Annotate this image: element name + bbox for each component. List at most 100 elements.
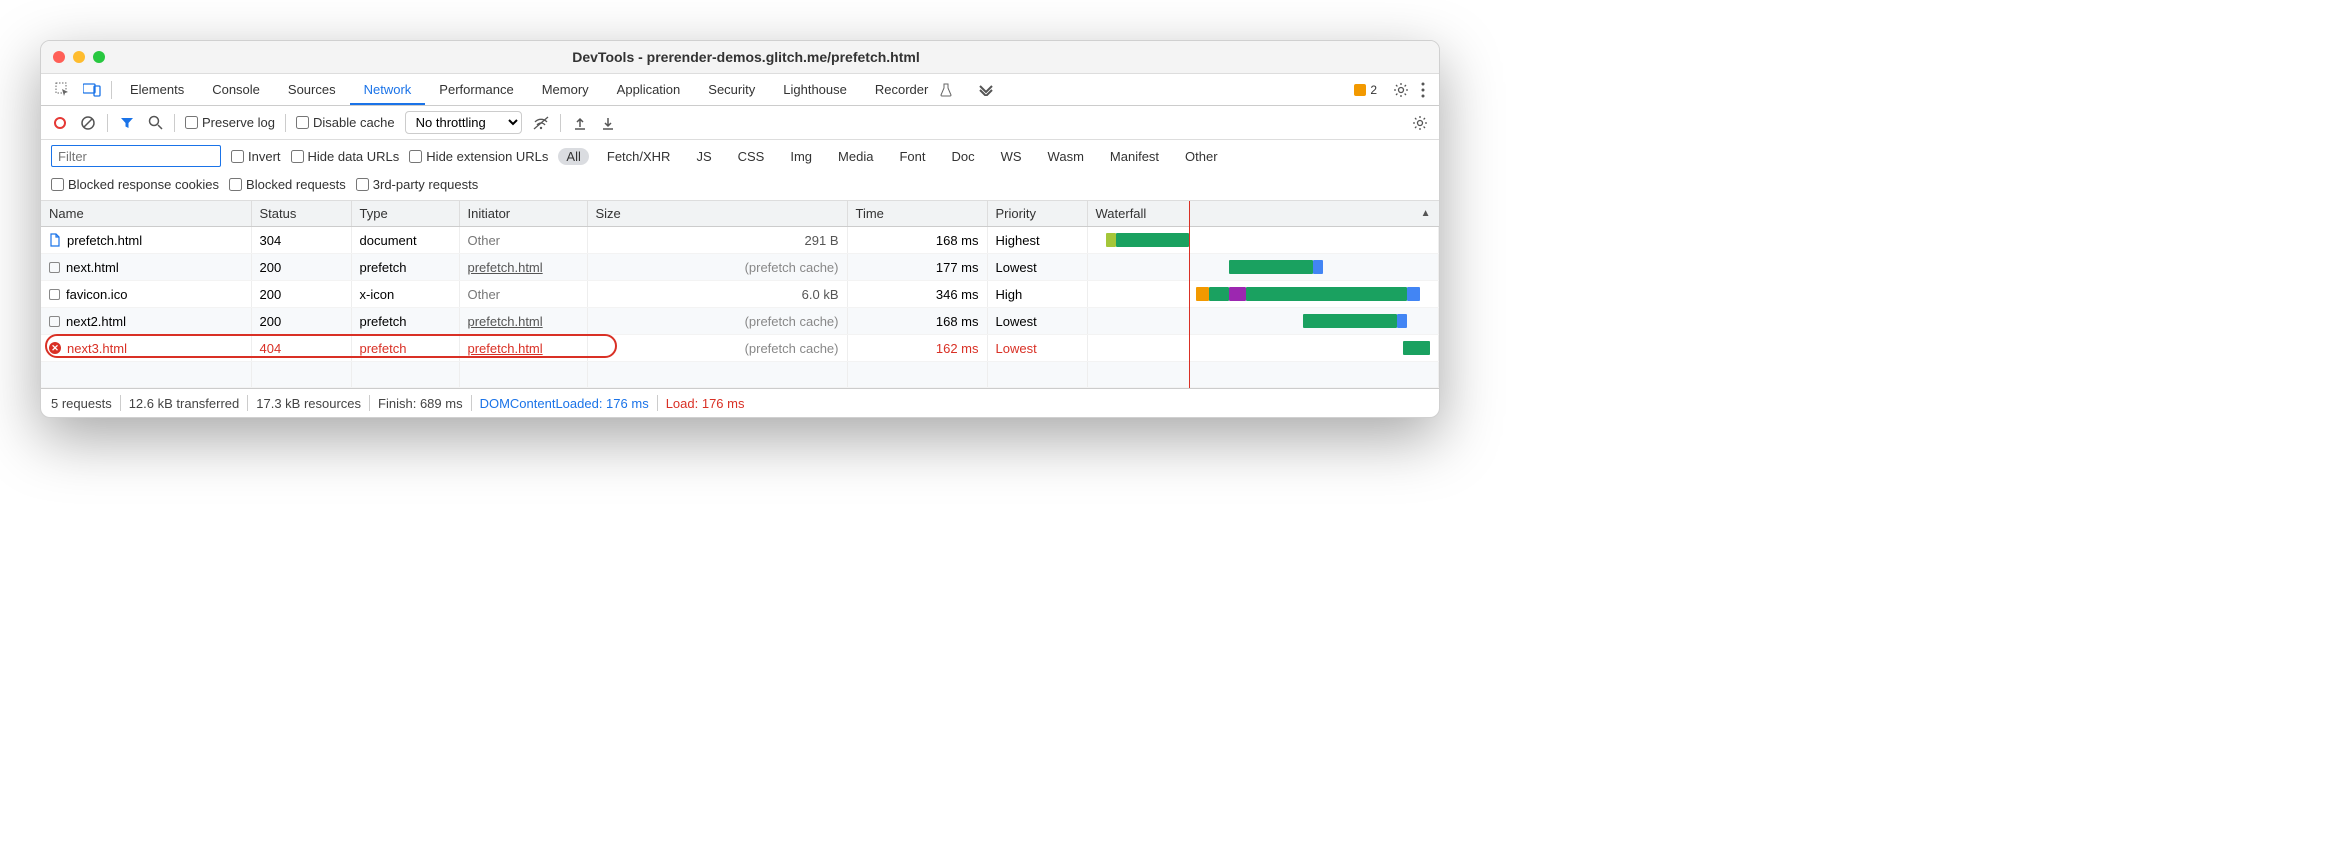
upload-har-icon[interactable]	[571, 116, 589, 130]
initiator-link[interactable]: prefetch.html	[468, 341, 543, 356]
col-initiator[interactable]: Initiator	[459, 201, 587, 227]
warnings-badge[interactable]: 2	[1354, 83, 1377, 97]
table-row[interactable]: prefetch.html304documentOther291 B168 ms…	[41, 227, 1439, 254]
summary-domcontentloaded: DOMContentLoaded: 176 ms	[480, 396, 649, 411]
hide-extension-urls-checkbox[interactable]: Hide extension URLs	[409, 149, 548, 164]
status-cell: 304	[251, 227, 351, 254]
type-filter-fetch-xhr[interactable]: Fetch/XHR	[599, 148, 679, 165]
type-filter-css[interactable]: CSS	[730, 148, 773, 165]
type-filter-font[interactable]: Font	[891, 148, 933, 165]
invert-checkbox[interactable]: Invert	[231, 149, 281, 164]
document-icon	[49, 233, 61, 247]
more-tabs-icon[interactable]	[972, 84, 1000, 96]
tab-network[interactable]: Network	[350, 76, 426, 105]
time-cell: 168 ms	[847, 227, 987, 254]
type-filter-media[interactable]: Media	[830, 148, 881, 165]
status-cell: 200	[251, 281, 351, 308]
time-cell: 168 ms	[847, 308, 987, 335]
table-row[interactable]: next.html200prefetchprefetch.html(prefet…	[41, 254, 1439, 281]
hide-data-urls-checkbox[interactable]: Hide data URLs	[291, 149, 400, 164]
type-cell: prefetch	[351, 308, 459, 335]
initiator-link[interactable]: prefetch.html	[468, 314, 543, 329]
disable-cache-checkbox[interactable]: Disable cache	[296, 115, 395, 130]
col-priority[interactable]: Priority	[987, 201, 1087, 227]
col-status[interactable]: Status	[251, 201, 351, 227]
close-window-button[interactable]	[53, 51, 65, 63]
network-settings-gear-icon[interactable]	[1411, 115, 1429, 131]
panel-tabs: ElementsConsoleSourcesNetworkPerformance…	[41, 74, 1439, 106]
request-name: next2.html	[66, 314, 126, 329]
blocked-cookies-checkbox[interactable]: Blocked response cookies	[51, 177, 219, 192]
sort-asc-icon: ▲	[1421, 208, 1431, 219]
type-filter-ws[interactable]: WS	[993, 148, 1030, 165]
tab-application[interactable]: Application	[603, 76, 695, 103]
table-row[interactable]: favicon.ico200x-iconOther6.0 kB346 msHig…	[41, 281, 1439, 308]
col-name[interactable]: Name	[41, 201, 251, 227]
warnings-count: 2	[1370, 83, 1377, 97]
priority-cell: Lowest	[987, 254, 1087, 281]
summary-bar: 5 requests 12.6 kB transferred 17.3 kB r…	[41, 388, 1439, 417]
type-cell: x-icon	[351, 281, 459, 308]
tab-lighthouse[interactable]: Lighthouse	[769, 76, 861, 103]
col-waterfall[interactable]: Waterfall▲	[1087, 201, 1439, 227]
clear-button[interactable]	[79, 115, 97, 131]
summary-requests: 5 requests	[51, 396, 112, 411]
record-button[interactable]	[51, 117, 69, 129]
filter-toggle-icon[interactable]	[118, 116, 136, 130]
blocked-requests-checkbox[interactable]: Blocked requests	[229, 177, 346, 192]
request-name: next3.html	[67, 341, 127, 356]
kebab-menu-icon[interactable]	[1415, 82, 1431, 98]
request-name: prefetch.html	[67, 233, 142, 248]
type-cell: prefetch	[351, 335, 459, 362]
type-filter-other[interactable]: Other	[1177, 148, 1226, 165]
type-filter-manifest[interactable]: Manifest	[1102, 148, 1167, 165]
status-cell: 200	[251, 254, 351, 281]
tab-console[interactable]: Console	[198, 76, 274, 103]
search-icon[interactable]	[146, 115, 164, 130]
table-row[interactable]: next2.html200prefetchprefetch.html(prefe…	[41, 308, 1439, 335]
col-size[interactable]: Size	[587, 201, 847, 227]
third-party-checkbox[interactable]: 3rd-party requests	[356, 177, 479, 192]
resource-icon	[49, 316, 60, 327]
window-title: DevTools - prerender-demos.glitch.me/pre…	[123, 49, 1369, 65]
waterfall-bar	[1096, 259, 1431, 275]
type-filter-js[interactable]: JS	[688, 148, 719, 165]
status-cell: 200	[251, 308, 351, 335]
throttling-select[interactable]: No throttling	[405, 111, 522, 134]
settings-gear-icon[interactable]	[1387, 82, 1415, 98]
initiator-cell: Other	[459, 227, 587, 254]
size-cell: 6.0 kB	[587, 281, 847, 308]
device-toggle-icon[interactable]	[77, 83, 107, 97]
type-filter-doc[interactable]: Doc	[943, 148, 982, 165]
inspect-icon[interactable]	[49, 82, 77, 98]
resource-icon	[49, 289, 60, 300]
summary-load: Load: 176 ms	[666, 396, 745, 411]
filter-bar: Invert Hide data URLs Hide extension URL…	[41, 140, 1439, 172]
table-row[interactable]: ✕next3.html404prefetchprefetch.html(pref…	[41, 335, 1439, 362]
tab-sources[interactable]: Sources	[274, 76, 350, 103]
preserve-log-checkbox[interactable]: Preserve log	[185, 115, 275, 130]
filter-bar-2: Blocked response cookies Blocked request…	[41, 172, 1439, 201]
col-time[interactable]: Time	[847, 201, 987, 227]
type-filter-wasm[interactable]: Wasm	[1040, 148, 1092, 165]
size-cell: (prefetch cache)	[587, 254, 847, 281]
filter-input[interactable]	[51, 145, 221, 167]
summary-transferred: 12.6 kB transferred	[129, 396, 240, 411]
tab-security[interactable]: Security	[694, 76, 769, 103]
titlebar: DevTools - prerender-demos.glitch.me/pre…	[41, 41, 1439, 74]
tab-recorder[interactable]: Recorder	[861, 76, 942, 103]
type-filter-img[interactable]: Img	[782, 148, 820, 165]
maximize-window-button[interactable]	[93, 51, 105, 63]
network-conditions-icon[interactable]	[532, 116, 550, 130]
tab-performance[interactable]: Performance	[425, 76, 527, 103]
tab-elements[interactable]: Elements	[116, 76, 198, 103]
col-type[interactable]: Type	[351, 201, 459, 227]
initiator-cell: prefetch.html	[459, 335, 587, 362]
download-har-icon[interactable]	[599, 116, 617, 130]
initiator-link[interactable]: prefetch.html	[468, 260, 543, 275]
type-filter-all[interactable]: All	[558, 148, 588, 165]
tab-memory[interactable]: Memory	[528, 76, 603, 103]
priority-cell: High	[987, 281, 1087, 308]
priority-cell: Highest	[987, 227, 1087, 254]
minimize-window-button[interactable]	[73, 51, 85, 63]
